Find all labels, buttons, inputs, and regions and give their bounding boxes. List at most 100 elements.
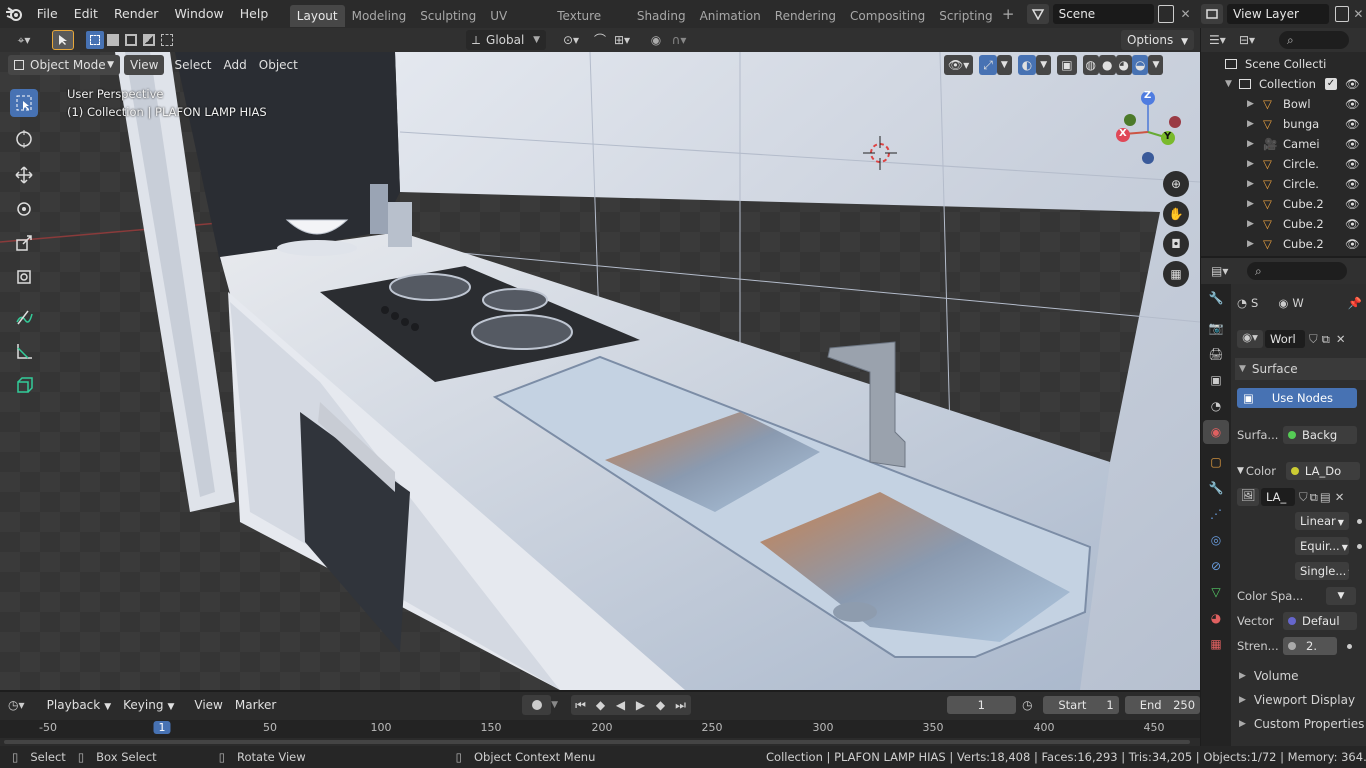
eye-icon[interactable]: 👁: [1345, 117, 1360, 131]
new-view-layer-icon[interactable]: [1334, 6, 1349, 22]
overlay-dropdown-icon[interactable]: ▼: [1036, 55, 1052, 75]
timeline-scrollbar[interactable]: [4, 740, 1190, 744]
expand-arrow-icon[interactable]: ▶: [1247, 219, 1263, 229]
new-scene-icon[interactable]: [1158, 5, 1174, 23]
image-browse-icon[interactable]: 🖼: [1237, 488, 1259, 506]
fake-user-icon[interactable]: ⛉: [1309, 332, 1318, 347]
outliner-item[interactable]: ▶ ▽ bunga 👁: [1201, 114, 1366, 134]
outliner-display-mode-icon[interactable]: ⊟▾: [1239, 33, 1269, 47]
overlay-toggle-icon[interactable]: ◐: [1017, 55, 1037, 75]
outliner-search-icon[interactable]: ⌕: [1279, 31, 1349, 49]
outliner-item[interactable]: ▶ ▽ Cube.2 👁: [1201, 214, 1366, 234]
proportional-falloff-icon[interactable]: ∩▾: [666, 30, 692, 50]
tab-shading[interactable]: Shading: [630, 5, 693, 27]
snap-toggle-icon[interactable]: ⌒: [590, 30, 610, 50]
add-cube-tool-icon[interactable]: [10, 371, 38, 399]
tab-sculpting[interactable]: Sculpting: [413, 5, 483, 27]
outliner-item[interactable]: ▶ ▽ Circle. 👁: [1201, 154, 1366, 174]
eye-icon[interactable]: 👁: [1345, 97, 1360, 111]
gizmo-dropdown-icon[interactable]: ▼: [996, 55, 1012, 75]
select-mode-intersect-icon[interactable]: [158, 31, 176, 49]
vector-input-field[interactable]: Defaul: [1283, 612, 1357, 630]
viewport-menu-add[interactable]: Add: [218, 55, 253, 75]
color-expand-icon[interactable]: ▼: [1237, 466, 1244, 476]
tab-animation[interactable]: Animation: [693, 5, 768, 27]
measure-tool-icon[interactable]: [10, 337, 38, 365]
object-mode-dropdown[interactable]: Object Mode ▼: [8, 55, 120, 75]
prev-keyframe-icon[interactable]: ◆: [591, 698, 611, 712]
viewport-menu-object[interactable]: Object: [253, 55, 304, 75]
shading-solid-icon[interactable]: ●: [1099, 55, 1116, 75]
constraints-tab-icon[interactable]: ⊘: [1203, 554, 1229, 578]
move-tool-icon[interactable]: [10, 161, 38, 189]
scene-selector-icon[interactable]: [1026, 4, 1049, 24]
annotate-tool-icon[interactable]: [10, 303, 38, 331]
play-reverse-icon[interactable]: ◀: [611, 698, 631, 712]
visibility-icon[interactable]: 👁▾: [944, 55, 974, 75]
outliner-collection[interactable]: ▼ Collection ✓ 👁: [1201, 74, 1366, 94]
expand-arrow-icon[interactable]: ▶: [1247, 239, 1263, 249]
interpolation-dropdown[interactable]: Linear ▼: [1295, 512, 1349, 530]
3d-viewport[interactable]: Object Mode ▼ View Select Add Object 👁▾ …: [0, 52, 1200, 690]
expand-arrow-icon[interactable]: ▶: [1247, 139, 1263, 149]
tab-modeling[interactable]: Modeling: [345, 5, 414, 27]
tab-scripting[interactable]: Scripting: [932, 5, 999, 27]
current-frame-marker[interactable]: 1: [153, 721, 171, 734]
eye-icon[interactable]: 👁: [1345, 77, 1360, 91]
world-browse-icon[interactable]: ◉▾: [1237, 330, 1263, 348]
color-input-field[interactable]: LA_Do: [1285, 462, 1360, 480]
eye-icon[interactable]: 👁: [1345, 157, 1360, 171]
menu-file[interactable]: File: [29, 0, 66, 28]
viewport-display-panel-header[interactable]: ▶ Viewport Display: [1235, 689, 1366, 711]
view-layer-icon[interactable]: [1201, 4, 1224, 24]
rotate-tool-icon[interactable]: [10, 195, 38, 223]
scene-name-field[interactable]: Scene: [1052, 4, 1155, 24]
navigation-gizmo[interactable]: Z X Y: [1110, 88, 1190, 168]
properties-search-icon[interactable]: ⌕: [1247, 262, 1347, 280]
select-box-tool-icon[interactable]: [10, 89, 38, 117]
modifier-tab-icon[interactable]: 🔧: [1203, 476, 1229, 500]
eye-icon[interactable]: 👁: [1345, 197, 1360, 211]
tool-tab-icon[interactable]: 🔧: [1203, 286, 1229, 310]
view-layer-tab-icon[interactable]: ▣: [1203, 368, 1229, 392]
shading-rendered-icon[interactable]: ◒: [1132, 55, 1149, 75]
expand-arrow-icon[interactable]: ▶: [1247, 159, 1263, 169]
unlink-icon[interactable]: ✕: [1336, 332, 1346, 346]
eye-icon[interactable]: 👁: [1345, 217, 1360, 231]
image-name-field[interactable]: LA_: [1261, 488, 1295, 506]
pin-icon[interactable]: 📌: [1348, 296, 1362, 310]
timeline-menu-view[interactable]: View: [188, 695, 228, 715]
surface-panel-header[interactable]: ▼ Surface: [1235, 358, 1366, 380]
properties-editor-type-icon[interactable]: ▤▾: [1211, 264, 1247, 278]
blender-logo-icon[interactable]: [0, 6, 29, 22]
end-frame-field[interactable]: End 250: [1124, 696, 1201, 714]
outliner-editor-type-icon[interactable]: ☰▾: [1209, 33, 1239, 47]
menu-help[interactable]: Help: [232, 0, 277, 28]
timeline-menu-marker[interactable]: Marker: [229, 695, 282, 715]
transform-tool-icon[interactable]: [10, 263, 38, 291]
object-tab-icon[interactable]: ▢: [1203, 450, 1229, 474]
select-mode-subtract-icon[interactable]: [122, 31, 140, 49]
editor-type-icon[interactable]: ⌖▾: [8, 30, 40, 50]
particles-tab-icon[interactable]: ⋰: [1203, 502, 1229, 526]
material-tab-icon[interactable]: ◕: [1203, 606, 1229, 630]
gizmo-toggle-icon[interactable]: ⤢: [979, 55, 997, 75]
next-keyframe-icon[interactable]: ◆: [651, 698, 671, 712]
ortho-toggle-icon[interactable]: ▦: [1163, 261, 1189, 287]
menu-edit[interactable]: Edit: [66, 0, 106, 28]
timeline-ruler[interactable]: -50 1 50 100 150 200 250 300 350 400 450: [0, 720, 1200, 738]
collection-checkbox[interactable]: ✓: [1325, 78, 1337, 90]
auto-key-record-icon[interactable]: [522, 695, 552, 715]
tab-layout[interactable]: Layout: [289, 4, 345, 27]
image-open-icon[interactable]: ▤: [1320, 490, 1331, 504]
viewport-menu-select[interactable]: Select: [168, 55, 217, 75]
render-tab-icon[interactable]: 📷: [1203, 316, 1229, 340]
world-tab-icon[interactable]: ◉: [1203, 420, 1229, 444]
texture-tab-icon[interactable]: ▦: [1203, 632, 1229, 656]
menu-window[interactable]: Window: [166, 0, 231, 28]
tab-rendering[interactable]: Rendering: [768, 5, 843, 27]
select-mode-invert-icon[interactable]: [140, 31, 158, 49]
image-fake-user-icon[interactable]: ⛉: [1299, 490, 1308, 505]
select-tool-icon[interactable]: [52, 30, 74, 50]
current-frame-field[interactable]: 1: [946, 696, 1017, 714]
